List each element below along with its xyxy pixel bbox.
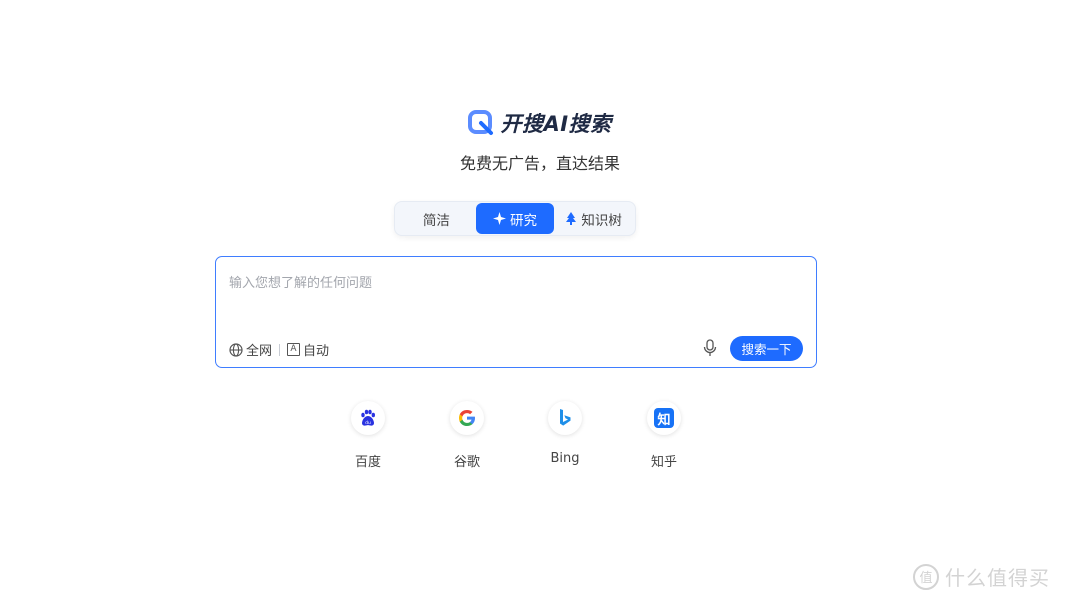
kaisou-logo-icon xyxy=(468,110,494,135)
engine-google-label: 谷歌 xyxy=(453,455,480,470)
tab-research[interactable]: 研究 xyxy=(475,203,555,234)
engine-zhihu[interactable]: 知 知乎 xyxy=(634,401,694,470)
language-label: 自动 xyxy=(303,344,330,359)
tab-knowledge-tree[interactable]: 知识树 xyxy=(554,203,633,234)
options-divider xyxy=(279,343,281,356)
baidu-icon: du xyxy=(351,401,385,435)
zhihu-glyph: 知 xyxy=(654,408,674,428)
globe-icon xyxy=(229,342,243,357)
search-options: 全网 A 自动 xyxy=(229,340,329,359)
engine-google[interactable]: 谷歌 xyxy=(437,401,497,470)
tab-research-label: 研究 xyxy=(510,212,537,229)
zhihu-icon: 知 xyxy=(647,401,681,435)
bing-icon xyxy=(548,401,582,435)
smzdm-logo-icon: 值 xyxy=(913,563,939,590)
watermark-text: 什么值得买 xyxy=(945,566,1050,590)
sparkle-icon xyxy=(493,212,506,225)
engine-baidu-label: 百度 xyxy=(354,455,381,470)
tab-concise[interactable]: 简洁 xyxy=(397,203,476,234)
brand-name: 开搜AI搜索 xyxy=(500,112,612,136)
scope-label: 全网 xyxy=(246,344,273,359)
tree-icon xyxy=(565,212,577,225)
tab-concise-label: 简洁 xyxy=(422,212,450,229)
engine-bing[interactable]: Bing xyxy=(535,401,595,466)
search-box: 全网 A 自动 搜索一下 xyxy=(215,256,817,368)
engine-baidu[interactable]: du 百度 xyxy=(338,401,398,470)
search-input[interactable] xyxy=(229,271,799,295)
brand-logo: 开搜AI搜索 xyxy=(0,108,1080,138)
engine-zhihu-label: 知乎 xyxy=(650,455,677,470)
engine-bing-label: Bing xyxy=(550,451,580,466)
language-selector[interactable]: A 自动 xyxy=(287,340,329,359)
scope-selector[interactable]: 全网 xyxy=(229,340,272,359)
microphone-icon[interactable] xyxy=(702,339,718,357)
language-icon: A xyxy=(287,343,301,356)
mode-switch: 简洁 研究 知识树 xyxy=(394,201,636,236)
watermark: 值 什么值得买 xyxy=(913,562,1050,591)
search-submit-button[interactable]: 搜索一下 xyxy=(730,336,803,361)
google-icon xyxy=(450,401,484,435)
tab-knowledge-tree-label: 知识树 xyxy=(581,212,622,229)
tagline: 免费无广告，直达结果 xyxy=(459,154,620,173)
svg-text:du: du xyxy=(365,420,371,426)
